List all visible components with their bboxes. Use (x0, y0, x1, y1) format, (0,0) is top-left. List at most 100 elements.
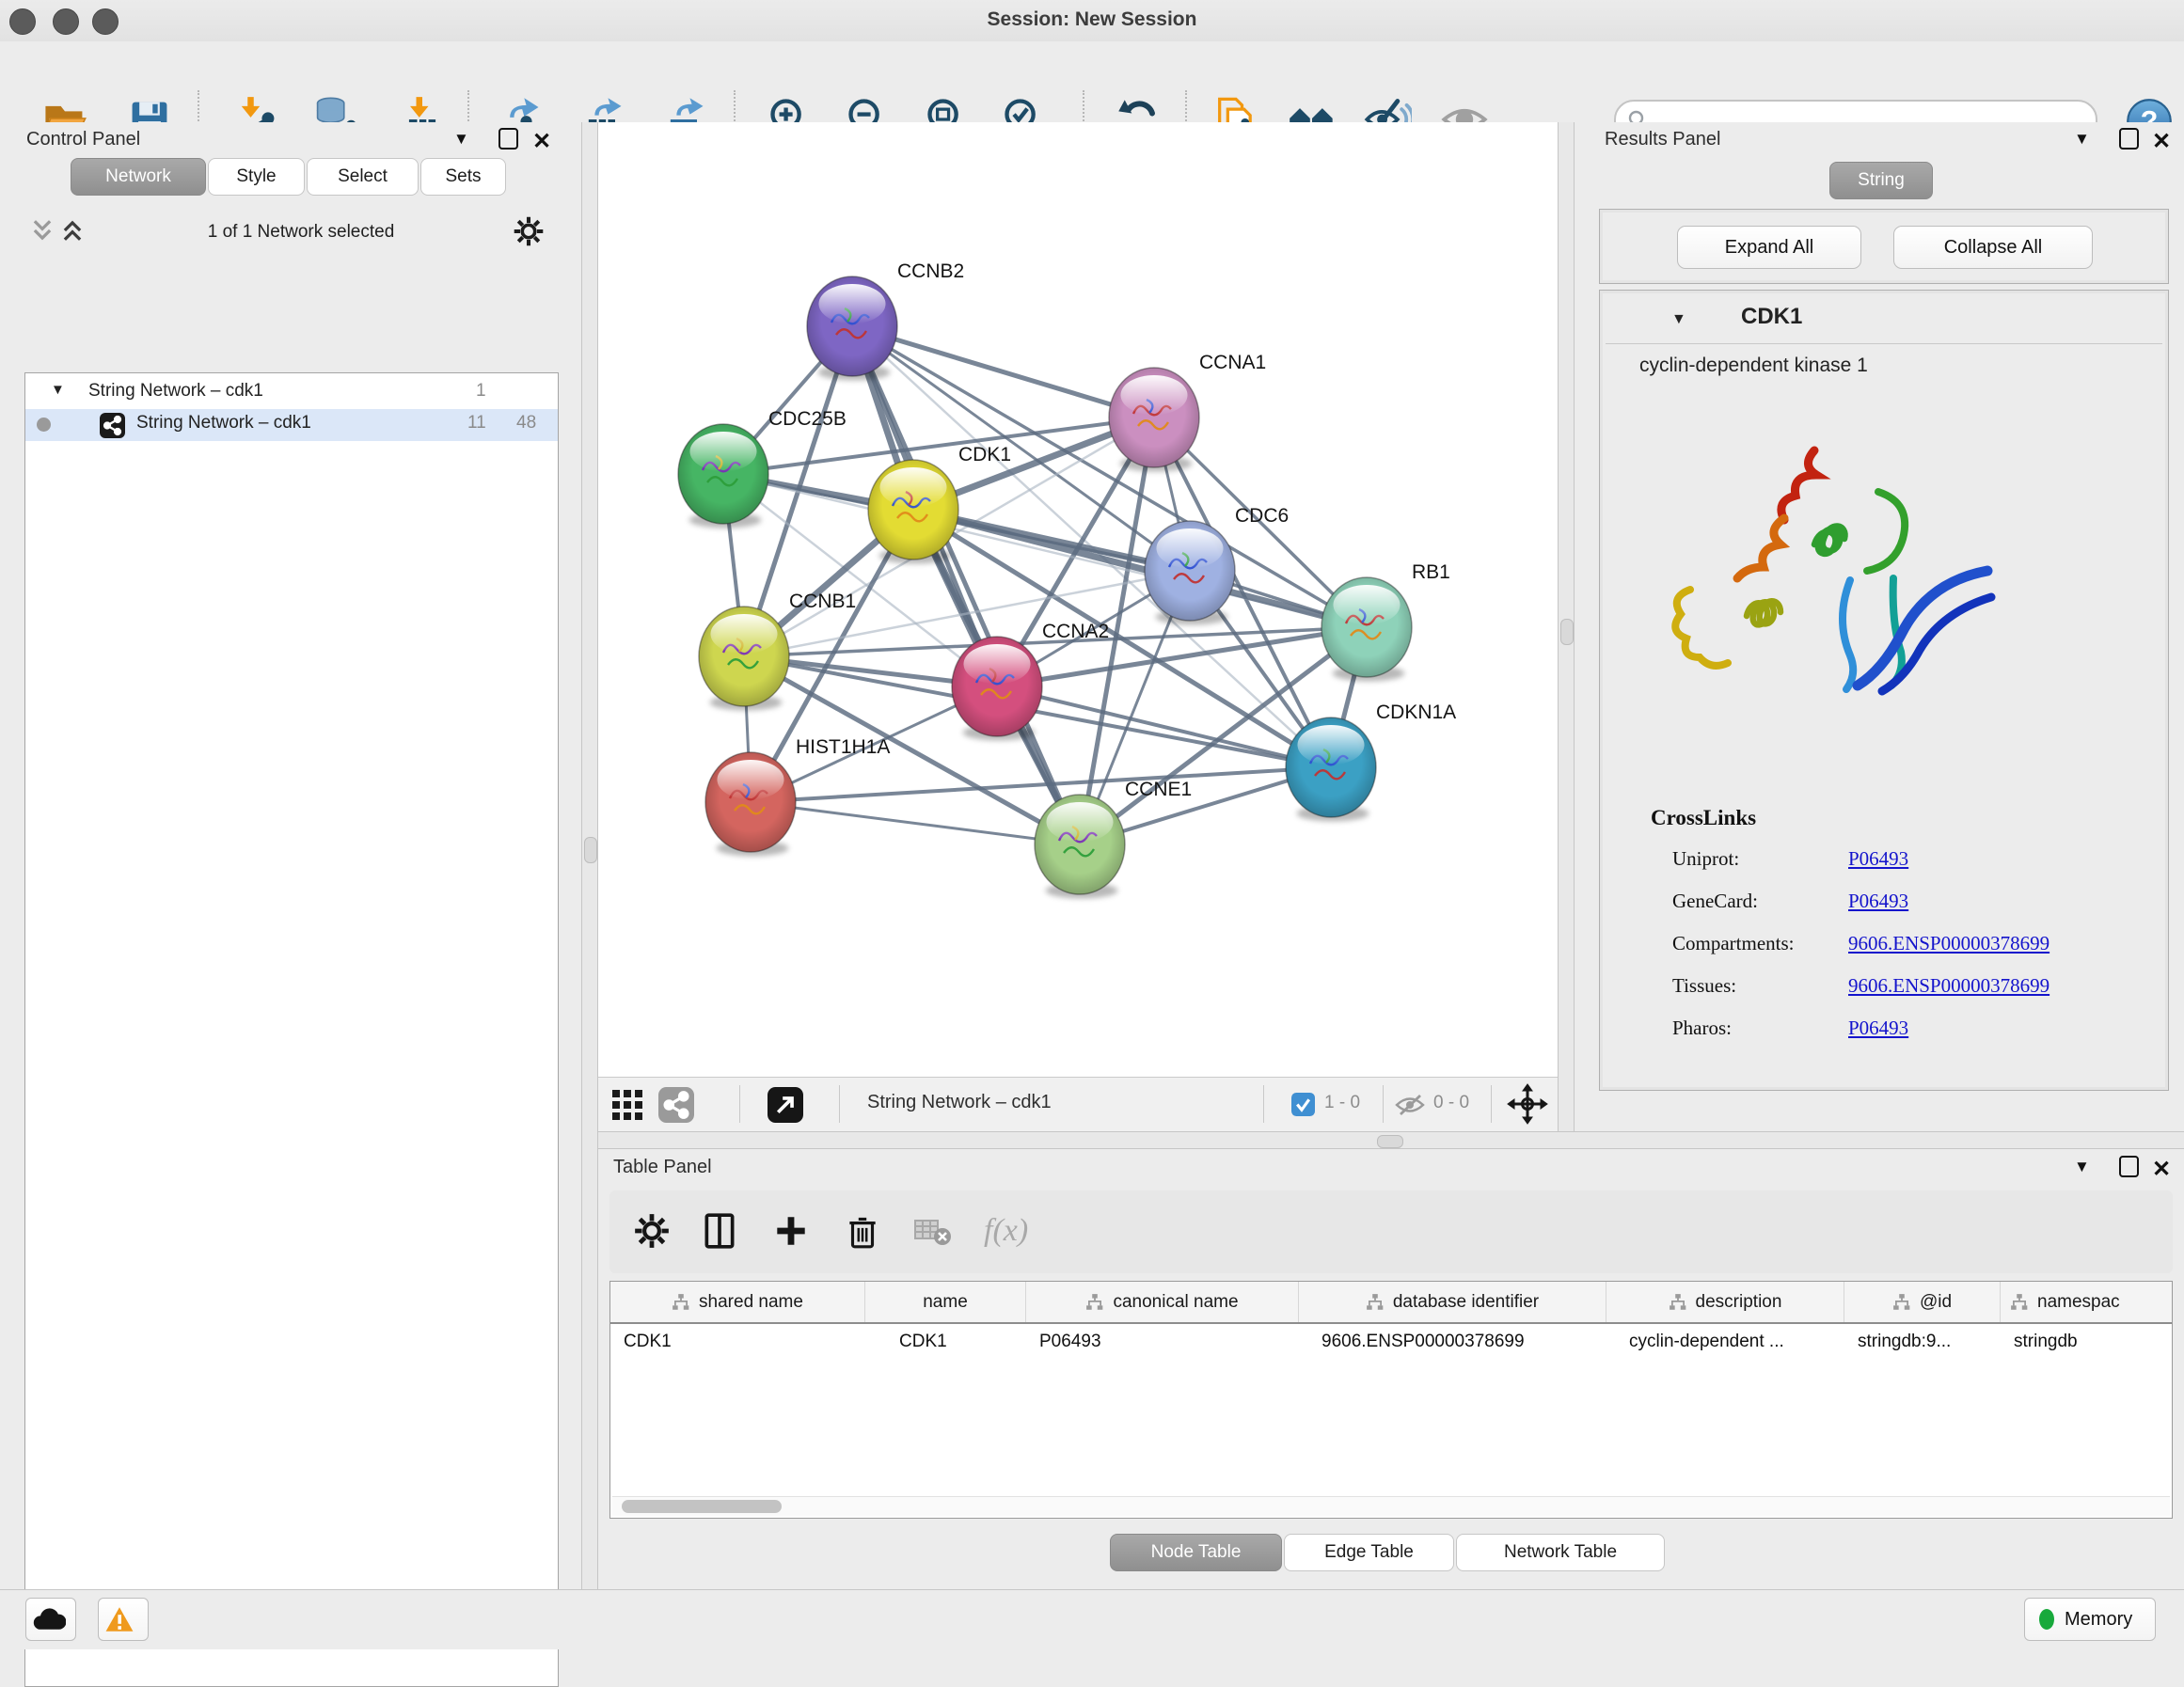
expand-all-button[interactable]: Expand All (1677, 226, 1861, 269)
crosslink-label: Uniprot: (1672, 847, 1739, 871)
crosslink-link[interactable]: 9606.ENSP00000378699 (1848, 974, 2049, 998)
column-label: name (923, 1292, 968, 1313)
collapse-all-button[interactable]: Collapse All (1893, 226, 2093, 269)
expand-all-networks-icon[interactable] (60, 218, 85, 243)
network-edge[interactable] (852, 326, 1080, 844)
network-node[interactable]: CDC6 (1145, 505, 1289, 624)
panel-menu-icon[interactable]: ▼ (2074, 130, 2090, 149)
splitter-handle[interactable] (584, 837, 597, 863)
column-type-icon (1366, 1293, 1385, 1312)
show-columns-icon[interactable] (700, 1211, 739, 1251)
tree-expand-icon[interactable]: ▼ (51, 382, 65, 398)
node-table: shared name name canonical name database… (609, 1281, 2173, 1519)
table-row[interactable]: CDK1 CDK1 P06493 9606.ENSP00000378699 cy… (610, 1324, 2172, 1360)
tab-select[interactable]: Select (307, 158, 419, 196)
network-node[interactable]: CDKN1A (1286, 702, 1456, 821)
add-column-icon[interactable] (771, 1211, 811, 1251)
cell-shared-name[interactable]: CDK1 (610, 1324, 865, 1360)
app-status-bar: Memory (0, 1589, 2184, 1649)
network-edge[interactable] (913, 510, 1367, 627)
column-header-namespace[interactable]: namespac (2001, 1282, 2172, 1322)
cell-name[interactable]: CDK1 (865, 1324, 1026, 1360)
left-splitter[interactable] (581, 122, 598, 1589)
panel-close-icon[interactable]: ✕ (2152, 128, 2171, 155)
panel-close-icon[interactable]: ✕ (532, 128, 551, 155)
column-header-name[interactable]: name (865, 1282, 1026, 1322)
network-node[interactable]: CCNB2 (807, 260, 964, 380)
delete-column-trash-icon[interactable] (843, 1211, 882, 1251)
cell-canonical-name[interactable]: P06493 (1026, 1324, 1299, 1360)
tab-style[interactable]: Style (208, 158, 305, 196)
table-toolbar: f(x) (609, 1190, 2173, 1273)
network-node[interactable]: CCNA1 (1109, 352, 1266, 471)
cell-namespace[interactable]: stringdb (2001, 1324, 2172, 1360)
column-header-description[interactable]: description (1606, 1282, 1844, 1322)
collection-label: String Network – cdk1 (88, 381, 263, 402)
column-header-id[interactable]: @id (1844, 1282, 2001, 1322)
network-canvas[interactable]: CCNB2 CCNA1 CDC25B CDK1 CDC6 RB1 CCNB1 CCNA2 CDK… (598, 122, 1558, 1077)
panel-float-icon[interactable] (2119, 128, 2139, 154)
tab-sets[interactable]: Sets (420, 158, 506, 196)
node-label: CCNA1 (1199, 352, 1266, 373)
cloud-button[interactable] (25, 1598, 76, 1641)
tab-network[interactable]: Network (71, 158, 206, 196)
network-edge[interactable] (852, 326, 1154, 418)
panel-float-icon[interactable] (499, 128, 518, 154)
window-title: Session: New Session (0, 8, 2184, 31)
node-label: CCNB1 (789, 591, 856, 612)
node-label: CCNA2 (1042, 621, 1109, 642)
network-node[interactable]: RB1 (1321, 561, 1450, 681)
bottom-splitter[interactable] (598, 1131, 2184, 1149)
warnings-button[interactable] (98, 1598, 149, 1641)
network-node[interactable]: CDC25B (678, 408, 847, 528)
scrollbar-thumb[interactable] (622, 1500, 782, 1513)
tab-network-table[interactable]: Network Table (1456, 1534, 1665, 1571)
network-row-selected[interactable]: String Network – cdk1 11 48 (25, 409, 558, 441)
splitter-handle[interactable] (1560, 619, 1574, 645)
grid-view-icon[interactable] (609, 1087, 645, 1123)
crosslink-link[interactable]: P06493 (1848, 847, 1908, 871)
network-collection-row[interactable]: ▼ String Network – cdk1 1 (25, 377, 558, 409)
column-header-canonical-name[interactable]: canonical name (1026, 1282, 1299, 1322)
column-type-icon (2010, 1293, 2029, 1312)
network-badge-icon[interactable] (658, 1087, 694, 1123)
network-node[interactable]: CDK1 (868, 444, 1011, 563)
column-header-database-identifier[interactable]: database identifier (1299, 1282, 1606, 1322)
crosslink-link[interactable]: P06493 (1848, 1017, 1908, 1040)
horizontal-scrollbar[interactable] (612, 1496, 2170, 1516)
column-type-icon (1669, 1293, 1687, 1312)
crosslink-link[interactable]: 9606.ENSP00000378699 (1848, 932, 2049, 955)
node-label: CDC25B (768, 408, 847, 430)
gene-name: CDK1 (1741, 304, 1802, 330)
delete-table-icon[interactable] (912, 1211, 956, 1251)
table-settings-gear-icon[interactable] (632, 1211, 672, 1251)
function-builder-fx-icon[interactable]: f(x) (984, 1213, 1028, 1249)
tab-edge-table[interactable]: Edge Table (1284, 1534, 1454, 1571)
node-label: CDK1 (958, 444, 1011, 465)
right-splitter[interactable] (1558, 122, 1575, 1131)
cell-database-identifier[interactable]: 9606.ENSP00000378699 (1299, 1324, 1606, 1360)
hidden-counts: 0 - 0 (1433, 1093, 1469, 1113)
network-edge[interactable] (751, 802, 1080, 844)
tab-node-table[interactable]: Node Table (1110, 1534, 1282, 1571)
crosslink-link[interactable]: P06493 (1848, 890, 1908, 913)
section-collapse-icon[interactable]: ▼ (1671, 311, 1686, 328)
cell-description[interactable]: cyclin-dependent ... (1606, 1324, 1844, 1360)
selected-checkbox-icon[interactable] (1291, 1093, 1315, 1116)
panel-menu-icon[interactable]: ▼ (2074, 1158, 2090, 1176)
panel-close-icon[interactable]: ✕ (2152, 1156, 2171, 1183)
splitter-handle[interactable] (1377, 1135, 1403, 1148)
panel-menu-icon[interactable]: ▼ (453, 130, 469, 149)
gene-description: cyclin-dependent kinase 1 (1639, 355, 1868, 377)
memory-button[interactable]: Memory (2024, 1598, 2156, 1641)
network-options-gear-icon[interactable] (512, 214, 546, 248)
tab-string[interactable]: String (1829, 162, 1933, 199)
detach-view-icon[interactable] (768, 1087, 803, 1123)
collapse-all-networks-icon[interactable] (30, 218, 55, 243)
column-type-icon (1085, 1293, 1104, 1312)
column-header-shared-name[interactable]: shared name (610, 1282, 865, 1322)
cell-id[interactable]: stringdb:9... (1844, 1324, 2001, 1360)
panel-float-icon[interactable] (2119, 1156, 2139, 1182)
network-label: String Network – cdk1 (136, 413, 311, 434)
birdseye-crosshair-icon[interactable] (1507, 1083, 1548, 1125)
